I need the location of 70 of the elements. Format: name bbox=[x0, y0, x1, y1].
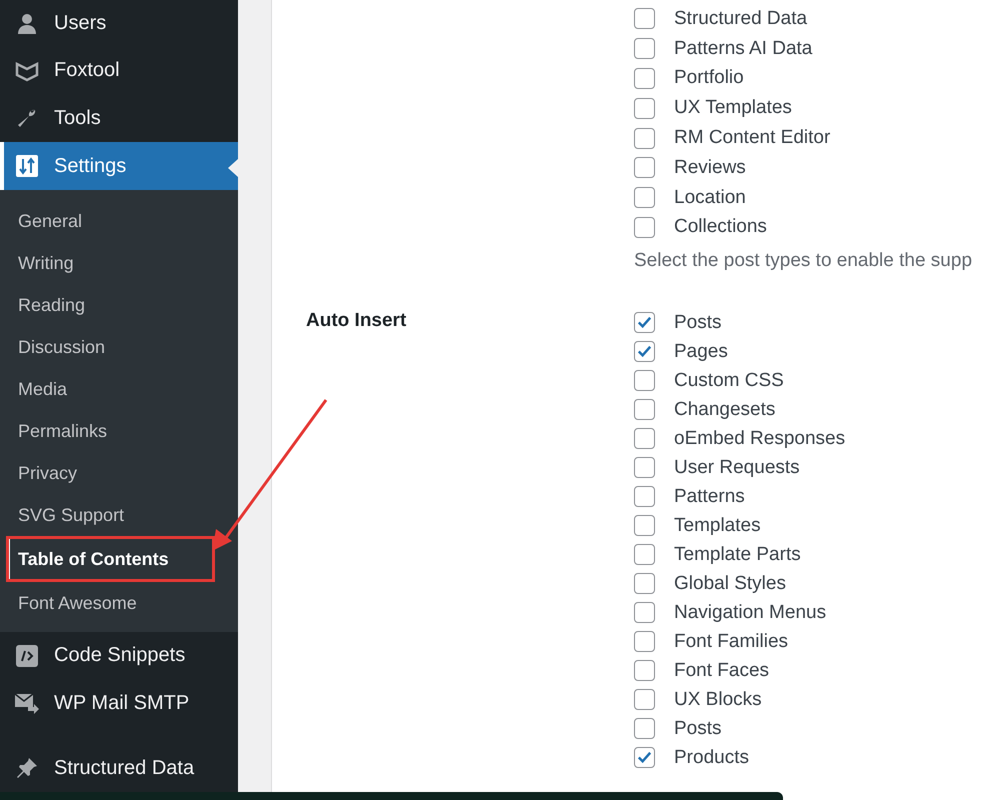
checkbox-option[interactable]: Navigation Menus bbox=[634, 598, 846, 628]
checkbox[interactable] bbox=[634, 341, 655, 362]
sidebar-menu-item[interactable]: Users bbox=[0, 0, 238, 48]
checkbox[interactable] bbox=[634, 689, 655, 710]
checkbox[interactable] bbox=[634, 68, 655, 89]
checkbox-option[interactable]: Structured Data bbox=[634, 4, 972, 34]
checkbox[interactable] bbox=[634, 718, 655, 740]
sidebar-menu-item[interactable]: Code Snippets bbox=[0, 632, 238, 680]
checkbox-option[interactable]: Collections bbox=[634, 212, 972, 242]
description-text: Select the post types to enable the supp bbox=[634, 250, 972, 272]
checkbox[interactable] bbox=[634, 187, 655, 208]
checkbox[interactable] bbox=[634, 631, 655, 652]
checkbox[interactable] bbox=[634, 370, 655, 392]
submenu-item[interactable]: Font Awesome bbox=[0, 582, 238, 624]
submenu-item[interactable]: General bbox=[0, 200, 238, 242]
checkbox[interactable] bbox=[634, 457, 655, 478]
checkbox-option[interactable]: Font Families bbox=[634, 627, 846, 656]
checkbox[interactable] bbox=[634, 486, 655, 508]
checkbox[interactable] bbox=[634, 515, 655, 536]
checkbox-option[interactable]: Pages bbox=[634, 337, 846, 366]
checkbox-option[interactable]: oEmbed Responses bbox=[634, 424, 846, 454]
checkbox-option[interactable]: Patterns AI Data bbox=[634, 34, 972, 64]
checkbox-option[interactable]: User Requests bbox=[634, 453, 846, 482]
checkbox-option[interactable]: Products bbox=[634, 743, 846, 772]
submenu-item[interactable]: SVG Support bbox=[0, 494, 238, 536]
checkbox-option[interactable]: Posts bbox=[634, 308, 846, 338]
checkbox[interactable] bbox=[634, 602, 655, 624]
checkbox[interactable] bbox=[634, 8, 655, 30]
checkbox[interactable] bbox=[634, 157, 655, 178]
field-label: Auto Insert bbox=[306, 310, 406, 332]
submenu-item[interactable]: Discussion bbox=[0, 326, 238, 368]
checkbox-option[interactable]: Changesets bbox=[634, 395, 846, 424]
submenu-item[interactable]: Reading bbox=[0, 284, 238, 326]
checkbox-option[interactable]: Templates bbox=[634, 511, 846, 540]
checkbox-option[interactable]: UX Blocks bbox=[634, 685, 846, 714]
submenu-item[interactable]: Privacy bbox=[0, 452, 238, 494]
sidebar-menu-item[interactable]: Tools bbox=[0, 94, 238, 142]
checkbox[interactable] bbox=[634, 216, 655, 238]
checkbox[interactable] bbox=[634, 747, 655, 768]
sidebar-menu-item[interactable]: Foxtool bbox=[0, 47, 238, 95]
checkbox-option[interactable]: Template Parts bbox=[634, 540, 846, 570]
checkbox-option[interactable]: Posts bbox=[634, 714, 846, 744]
sidebar-menu-item[interactable]: Structured Data bbox=[0, 744, 238, 792]
checkbox-option[interactable]: Portfolio bbox=[634, 64, 972, 94]
checkbox-option[interactable]: Custom CSS bbox=[634, 366, 846, 396]
checkbox[interactable] bbox=[634, 98, 655, 119]
checkbox-option[interactable]: Patterns bbox=[634, 482, 846, 512]
settings-icon bbox=[14, 154, 40, 178]
checkbox[interactable] bbox=[634, 399, 655, 420]
checkbox[interactable] bbox=[634, 660, 655, 682]
mail-icon bbox=[14, 691, 40, 716]
checkbox-option[interactable]: RM Content Editor bbox=[634, 123, 972, 153]
checkbox-option[interactable]: UX Templates bbox=[634, 93, 972, 124]
checkbox-option[interactable]: Reviews bbox=[634, 152, 972, 183]
checkbox-option[interactable]: Location bbox=[634, 182, 972, 213]
checkbox-option[interactable]: Global Styles bbox=[634, 569, 846, 598]
submenu-item[interactable]: Permalinks bbox=[0, 410, 238, 452]
code-icon bbox=[14, 644, 40, 668]
checkbox[interactable] bbox=[634, 312, 655, 334]
checkbox[interactable] bbox=[634, 544, 655, 566]
submenu-item[interactable]: Table of Contents bbox=[6, 536, 215, 582]
checkbox[interactable] bbox=[634, 128, 655, 149]
submenu-item[interactable]: Writing bbox=[0, 242, 238, 284]
checkbox[interactable] bbox=[634, 38, 655, 60]
sidebar-menu-item[interactable]: WP Mail SMTP bbox=[0, 679, 238, 727]
checkbox[interactable] bbox=[634, 573, 655, 594]
checkbox-option[interactable]: Font Faces bbox=[634, 656, 846, 686]
submenu-item[interactable]: Media bbox=[0, 368, 238, 410]
sidebar-menu-item[interactable]: Settings bbox=[0, 142, 238, 190]
checkbox[interactable] bbox=[634, 428, 655, 450]
